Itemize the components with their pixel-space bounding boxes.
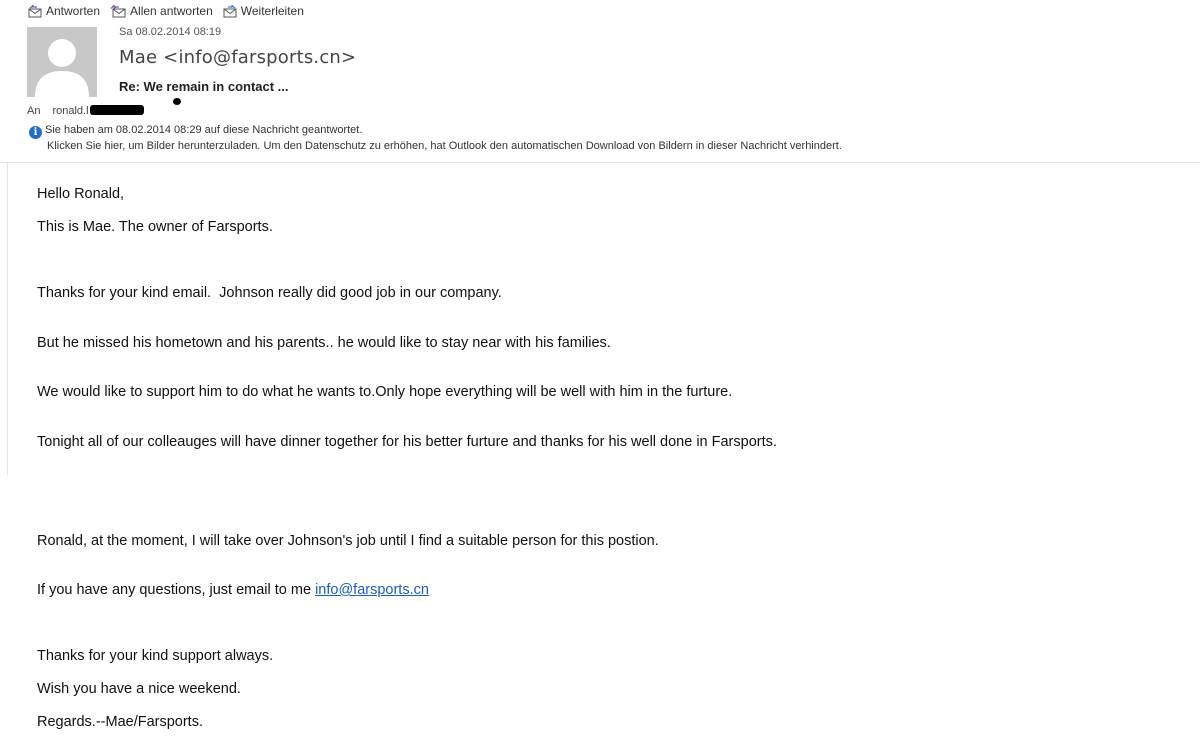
forward-button[interactable]: Weiterleiten <box>223 4 304 18</box>
wish-line: Wish you have a nice weekend. <box>37 681 241 697</box>
reply-all-icon <box>110 4 126 17</box>
replied-notice-line: i Sie haben am 08.02.2014 08:29 auf diese… <box>29 123 842 139</box>
sender-name[interactable]: Mae <info@farsports.cn> <box>119 47 356 68</box>
recipient-row: An ronald.l <box>27 105 145 117</box>
paragraph-1-line-1: Thanks for your kind email. Johnson real… <box>37 285 502 301</box>
paragraph-1-line-4: Tonight all of our colleauges will have … <box>37 433 777 450</box>
reply-all-label: Allen antworten <box>130 4 213 18</box>
thanks-line: Thanks for your kind support always. <box>37 648 274 664</box>
paragraph-2: Ronald, at the moment, I will take over … <box>37 500 777 632</box>
sender-avatar <box>27 27 97 97</box>
paragraph-1: Thanks for your kind email. Johnson real… <box>37 252 777 483</box>
info-icon: i <box>29 126 42 139</box>
paragraph-1-line-3: We would like to support him to do what … <box>37 384 733 400</box>
redaction-bar <box>90 105 145 115</box>
reading-pane-border <box>7 163 8 475</box>
message-toolbar: Antworten Allen antworten Weiterleiten <box>28 2 314 20</box>
paragraph-2-line-1: Ronald, at the moment, I will take over … <box>37 532 659 549</box>
reply-button[interactable]: Antworten <box>28 4 100 18</box>
forward-icon <box>223 4 237 17</box>
email-link[interactable]: info@farsports.cn <box>315 582 429 598</box>
download-images-notice[interactable]: Klicken Sie hier, um Bilder herunterzula… <box>29 139 842 154</box>
redaction-mark <box>173 98 181 105</box>
paragraph-2-line-2: If you have any questions, just email to… <box>37 582 777 599</box>
header-divider <box>0 162 1200 163</box>
sent-date: Sa 08.02.2014 08:19 <box>119 26 222 38</box>
recipient-address[interactable]: ronald.l <box>52 105 145 117</box>
signature: Regards.--Mae/Farsports. <box>37 714 203 730</box>
info-bar[interactable]: i Sie haben am 08.02.2014 08:29 auf diese… <box>29 123 842 154</box>
recipient-text: ronald.l <box>52 105 89 117</box>
replied-notice: Sie haben am 08.02.2014 08:29 auf diese … <box>45 124 363 136</box>
forward-label: Weiterleiten <box>240 4 304 18</box>
reply-icon <box>28 4 42 17</box>
person-placeholder-icon <box>27 27 97 97</box>
intro-paragraph: This is Mae. The owner of Farsports. <box>37 219 273 235</box>
message-body: Hello Ronald, This is Mae. The owner of … <box>37 186 777 747</box>
reply-label: Antworten <box>46 4 101 18</box>
reply-all-button[interactable]: Allen antworten <box>110 4 213 18</box>
to-label: An <box>27 105 41 117</box>
paragraph-1-line-2: But he missed his hometown and his paren… <box>37 334 611 351</box>
paragraph-2-line-2-text: If you have any questions, just email to… <box>37 582 316 598</box>
greeting: Hello Ronald, <box>37 186 125 202</box>
message-subject: Re: We remain in contact ... <box>119 79 289 94</box>
